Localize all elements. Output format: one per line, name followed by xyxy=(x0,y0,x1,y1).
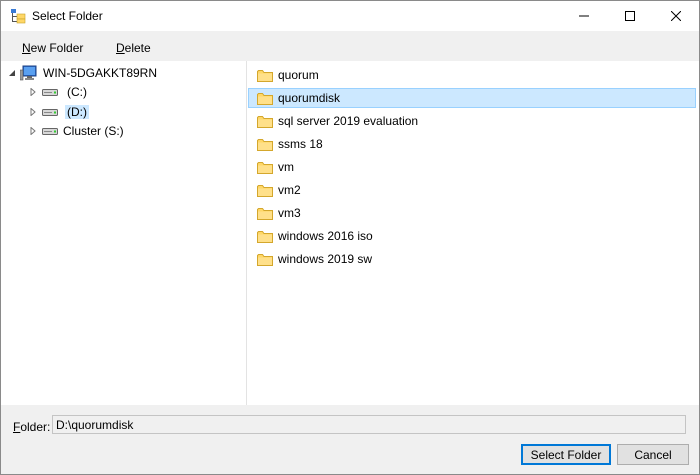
collapsed-arrow-icon[interactable] xyxy=(28,107,38,117)
folder-item[interactable]: vm3 xyxy=(248,203,696,223)
toolbar: New Folder Delete xyxy=(1,32,699,61)
folder-icon xyxy=(257,92,273,105)
tree-item-drive-d[interactable]: (D:) xyxy=(28,103,89,121)
title-bar[interactable]: Select Folder xyxy=(1,1,699,31)
tree-item-label: WIN-5DGAKKT89RN xyxy=(43,66,158,80)
folder-name: quorumdisk xyxy=(278,91,341,105)
folder-icon xyxy=(257,184,273,197)
select-folder-button[interactable]: Select Folder xyxy=(521,444,611,465)
select-folder-dialog: Select Folder New Folder Delete WIN-5DGA… xyxy=(0,0,700,475)
folder-name: vm xyxy=(278,160,294,174)
folder-icon xyxy=(257,69,273,82)
collapsed-arrow-icon[interactable] xyxy=(28,87,38,97)
folder-item[interactable]: windows 2019 sw xyxy=(248,249,696,269)
folder-icon xyxy=(257,253,273,266)
drive-icon xyxy=(42,126,58,136)
new-folder-button[interactable]: New Folder xyxy=(22,41,83,55)
new-folder-accel: N xyxy=(22,41,31,55)
tree-item-drive-s[interactable]: Cluster (S:) xyxy=(28,122,124,140)
folder-field-label: Folder: xyxy=(13,420,50,434)
window-title: Select Folder xyxy=(32,9,103,23)
folder-label-text: older: xyxy=(20,420,51,434)
folder-name: sql server 2019 evaluation xyxy=(278,114,419,128)
folder-item[interactable]: windows 2016 iso xyxy=(248,226,696,246)
folder-name: quorum xyxy=(278,68,319,82)
folder-name: vm2 xyxy=(278,183,301,197)
computer-icon xyxy=(20,65,38,81)
folder-icon xyxy=(257,207,273,220)
maximize-icon xyxy=(625,11,635,21)
tree-item-computer[interactable]: WIN-5DGAKKT89RN xyxy=(7,64,157,82)
new-folder-label: ew Folder xyxy=(30,41,84,55)
folder-icon xyxy=(257,161,273,174)
delete-accel: D xyxy=(116,41,125,55)
folder-item[interactable]: vm xyxy=(248,157,696,177)
folder-item[interactable]: sql server 2019 evaluation xyxy=(248,111,696,131)
tree-item-label: Cluster (S:) xyxy=(63,124,124,138)
folder-item[interactable]: ssms 18 xyxy=(248,134,696,154)
folder-item[interactable]: quorum xyxy=(248,65,696,85)
folder-tree[interactable]: WIN-5DGAKKT89RN (C:) (D:) Cluster (S:) xyxy=(1,61,247,405)
folder-name: windows 2019 sw xyxy=(278,252,373,266)
folder-icon xyxy=(257,138,273,151)
delete-button[interactable]: Delete xyxy=(116,41,151,55)
cancel-button[interactable]: Cancel xyxy=(617,444,689,465)
collapsed-arrow-icon[interactable] xyxy=(28,126,38,136)
drive-icon xyxy=(42,107,58,117)
minimize-icon xyxy=(579,15,589,17)
folder-name: vm3 xyxy=(278,206,301,220)
close-button[interactable] xyxy=(653,1,699,31)
tree-item-drive-c[interactable]: (C:) xyxy=(28,83,87,101)
folder-item[interactable]: quorumdisk xyxy=(248,88,696,108)
minimize-button[interactable] xyxy=(561,1,607,31)
folder-icon xyxy=(257,230,273,243)
expanded-arrow-icon[interactable] xyxy=(7,68,17,78)
tree-item-label: (D:) xyxy=(65,105,89,119)
tree-item-label: (C:) xyxy=(67,85,87,99)
folder-tree-app-icon xyxy=(10,8,26,24)
close-icon xyxy=(671,11,681,21)
folder-list[interactable]: quorum quorumdisk sql server 2019 evalua… xyxy=(247,61,699,405)
maximize-button[interactable] xyxy=(607,1,653,31)
folder-name: ssms 18 xyxy=(278,137,323,151)
folder-path-field[interactable] xyxy=(52,415,686,434)
delete-label: elete xyxy=(124,41,151,55)
folder-name: windows 2016 iso xyxy=(278,229,373,243)
drive-icon xyxy=(42,87,58,97)
folder-icon xyxy=(257,115,273,128)
folder-item[interactable]: vm2 xyxy=(248,180,696,200)
